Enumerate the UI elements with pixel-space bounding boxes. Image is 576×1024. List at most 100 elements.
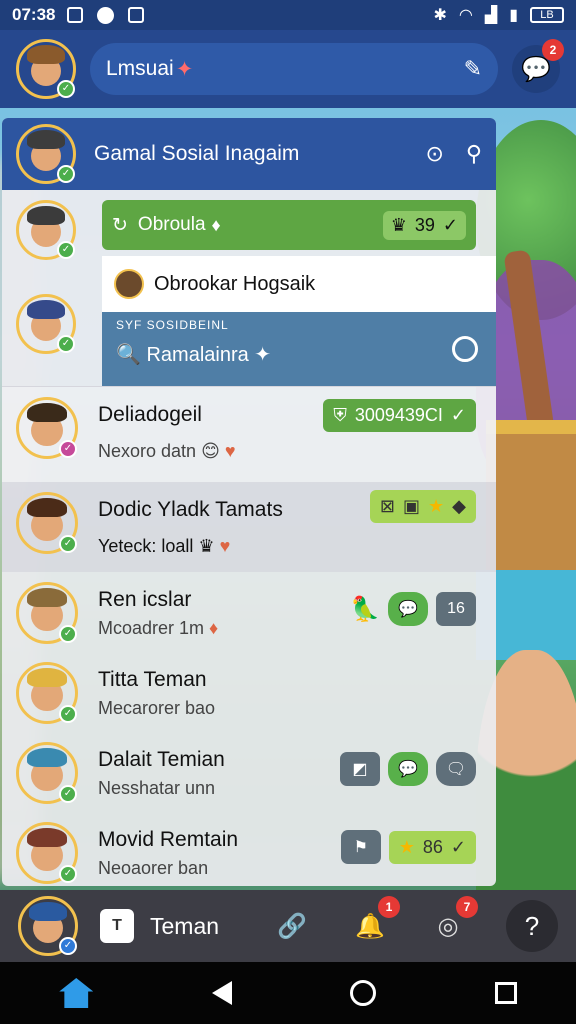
target-icon: ◎ [437, 912, 459, 940]
diamond-icon: ◆ [452, 496, 466, 516]
list-item[interactable]: ✓ ✓ ↻ Obroula ♦ ♛ 39 ✓ Obrookar Hogsaik [2, 190, 496, 386]
verified-icon: ✓ [59, 865, 77, 883]
reward-pill[interactable]: ⊠ ▣ ★ ◆ [369, 490, 476, 523]
signal-icon: ▟ [484, 7, 498, 24]
sd-icon: ▮ [509, 7, 518, 24]
chat-badge: 2 [542, 39, 564, 61]
friend-avatar[interactable]: ✓ [16, 582, 78, 644]
friend-request-card[interactable]: Obrookar Hogsaik [102, 256, 496, 312]
notifications-button[interactable]: 🔔 1 [350, 896, 400, 946]
home-icon[interactable] [59, 978, 94, 1008]
achievement-card[interactable]: ↻ Obroula ♦ ♛ 39 ✓ [102, 200, 476, 250]
notifications-badge: 1 [378, 896, 400, 918]
score-pill[interactable]: ★ 86 ✓ [388, 830, 476, 864]
verified-icon: ✓ [59, 625, 77, 643]
parrot-icon: 🦜 [350, 595, 380, 623]
gift-icon: ⊠ [379, 496, 395, 516]
status-time: 07:38 [12, 5, 56, 24]
friend-request-name: Obrookar Hogsaik [154, 272, 316, 295]
search-icon[interactable]: ⚲ [466, 141, 482, 167]
recents-icon[interactable] [494, 982, 517, 1004]
group-avatar[interactable]: ✓ [16, 124, 76, 184]
friend-avatar[interactable]: ✓ [16, 397, 78, 459]
friend-avatar[interactable]: ✓ [16, 200, 76, 260]
list-item[interactable]: ✓ Dalait Temian Nesshatar unn ◩ 💬 🗨 [2, 732, 496, 812]
link-button[interactable]: 🔗 [272, 906, 312, 946]
friend-avatar[interactable]: ✓ [16, 662, 78, 724]
smile-icon: 😊 [201, 441, 220, 461]
wifi-icon: ◠ [458, 7, 473, 24]
verified-icon: ✓ [57, 335, 75, 353]
star-icon: ★ [398, 836, 415, 857]
social-card[interactable]: SYF SOSIDBEINL 🔍 Ramalainra ✦ [102, 312, 496, 386]
shield-icon: ⛨ [333, 405, 347, 425]
friend-avatar[interactable]: ✓ [16, 294, 76, 354]
my-avatar[interactable]: ✓ [18, 896, 78, 956]
refresh-icon: ↻ [112, 214, 128, 236]
notification-icon [67, 7, 84, 23]
target-button[interactable]: ◎ 7 [428, 896, 478, 946]
battery-icon: LB [530, 7, 564, 23]
friend-name: Ren icslar [98, 588, 192, 611]
top-header: ✓ Lmsuai ✦ ✎ 💬 2 [0, 30, 576, 108]
heart-icon: ♥ [219, 536, 231, 556]
friend-name: Movid Remtain [98, 828, 239, 851]
friends-tab-label[interactable]: Teman [150, 913, 219, 940]
list-item[interactable]: ✓ Dodic Yladk Tamats Yeteck: loall ♛ ♥ ⊠… [2, 482, 496, 572]
help-button[interactable]: ? [506, 900, 558, 952]
chat-button[interactable]: 💬 [388, 592, 428, 626]
verified-icon: ✓ [57, 165, 75, 183]
verified-icon: ✓ [59, 705, 77, 723]
friend-name: Dalait Temian [98, 748, 225, 771]
list-item[interactable]: ✓ Titta Teman Mecarorer bao [2, 652, 496, 732]
home-circle-icon[interactable] [350, 980, 377, 1006]
star-icon: ✦ [254, 344, 272, 366]
list-item[interactable]: ✓ Movid Remtain Neoaorer ban ⚑ ★ 86 ✓ [2, 812, 496, 886]
friend-avatar[interactable]: ✓ [16, 742, 78, 804]
chat-button[interactable]: 💬 [388, 752, 428, 786]
gift-button[interactable]: ◩ [340, 752, 380, 786]
list-item[interactable]: ✓ Ren icslar Mcoadrer 1m ♦ 🦜 💬 16 [2, 572, 496, 652]
score-pill[interactable]: ⛨ 3009439CI ✓ [323, 399, 476, 432]
panel-title: Gamal Sosial Inagaim [94, 142, 300, 165]
refresh-ring-icon[interactable] [452, 336, 478, 362]
chest-icon: ▣ [403, 496, 421, 516]
verified-icon: ✓ [59, 785, 77, 803]
score-value: 86 [422, 836, 443, 857]
chat-button[interactable]: 💬 2 [512, 39, 564, 93]
friend-avatar[interactable]: ✓ [16, 492, 78, 554]
magnifier-icon: 🔍 [116, 344, 141, 366]
check-icon: ✓ [450, 836, 466, 857]
back-icon[interactable] [211, 981, 232, 1005]
heart-icon: ♥ [224, 441, 236, 461]
crown-icon: ♛ [198, 536, 215, 556]
status-bar: 07:38 ✱ ◠ ▟ ▮ LB [0, 0, 576, 30]
achievement-label: Obroula [137, 214, 206, 235]
friend-name: Dodic Yladk Tamats [98, 498, 283, 521]
bottom-bar: ✓ T Teman 🔗 🔔 1 ◎ 7 ? [0, 890, 576, 962]
compose-icon[interactable]: ✎ [464, 56, 482, 82]
message-button[interactable]: 🗨 [436, 752, 476, 786]
friend-avatar[interactable]: ✓ [16, 822, 78, 884]
run-button[interactable]: ⚑ [340, 830, 381, 864]
search-bar[interactable]: Lmsuai ✦ ✎ [90, 43, 498, 95]
friend-name: Deliadogeil [98, 403, 202, 426]
sparkle-icon: ✦ [175, 57, 194, 81]
home-notification-icon [128, 7, 145, 23]
score-value: 39 [414, 214, 435, 235]
speech-icon: 🗨 [445, 761, 467, 778]
target-badge: 7 [456, 896, 478, 918]
bluetooth-icon: ✱ [433, 7, 447, 24]
fire-icon: ♦ [209, 618, 219, 638]
list-item[interactable]: ✓ Deliadogeil Nexoro datn 😊 ♥ ⛨ 3009439C… [2, 386, 496, 482]
profile-avatar[interactable]: ✓ [16, 39, 76, 99]
gift-icon: ◩ [352, 761, 368, 778]
status-icon: ✓ [59, 440, 77, 458]
level-button[interactable]: 16 [436, 592, 476, 626]
friends-tab-icon[interactable]: T [100, 909, 134, 943]
check-icon: ✓ [450, 405, 466, 425]
score-value: 3009439CI [354, 405, 443, 425]
social-card-tag: SYF SOSIDBEINL [116, 318, 229, 332]
friend-status: Nesshatar unn [98, 778, 216, 798]
zoom-search-icon[interactable]: ⊙ [425, 141, 443, 167]
